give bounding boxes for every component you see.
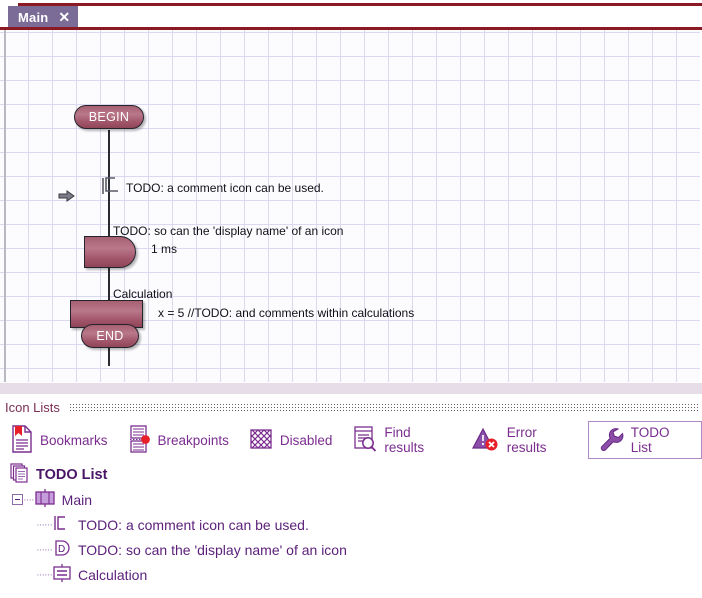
tab-bookmarks-label: Bookmarks — [40, 432, 108, 448]
flow-node-delay-value: 1 ms — [151, 242, 178, 256]
tab-disabled[interactable]: Disabled — [239, 421, 343, 459]
document-magnifier-icon — [352, 425, 377, 456]
flow-node-end-label: END — [96, 329, 124, 343]
connector-begin-to-delay — [108, 130, 110, 214]
flow-node-end[interactable]: END — [81, 324, 139, 348]
flow-node-calc-display-name: Calculation — [113, 287, 173, 301]
flowchart-canvas[interactable]: BEGIN TODO: a comment icon can be used. … — [0, 30, 702, 382]
tree-row-todo-list-label: TODO List — [36, 466, 108, 483]
tabstrip-top-rule — [18, 3, 702, 6]
document-tab-label: Main — [18, 9, 49, 25]
breakpoint-document-icon — [128, 424, 151, 456]
flow-node-begin-label: BEGIN — [88, 110, 130, 124]
tree-connector: ······ — [36, 543, 53, 556]
tree-connector: ···· — [23, 493, 35, 506]
arrow-right-marker — [58, 189, 76, 206]
tab-breakpoints[interactable]: Breakpoints — [118, 421, 239, 459]
tab-todo-list-label: TODO List — [630, 425, 670, 455]
flow-node-calc-value: x = 5 //TODO: and comments within calcul… — [158, 306, 415, 320]
header-dotted-rule — [68, 402, 700, 412]
delay-d-icon: D — [52, 538, 72, 561]
flow-node-begin[interactable]: BEGIN — [74, 105, 144, 129]
svg-text:D: D — [58, 544, 65, 555]
tree-row-comment-label: TODO: a comment icon can be used. — [77, 516, 309, 533]
tab-todo-list[interactable]: TODO List — [587, 421, 702, 459]
tab-find-results[interactable]: Find results — [342, 421, 461, 459]
flow-node-delay-display-name: TODO: so can the 'display name' of an ic… — [113, 224, 344, 238]
calculation-icon — [52, 563, 72, 586]
tree-row-main-label: Main — [61, 491, 93, 508]
flowchart-block-icon — [34, 488, 56, 511]
tree-connector: ······ — [36, 518, 53, 531]
tab-error-results-label: Error results — [506, 425, 547, 455]
tab-error-results[interactable]: Error results — [462, 421, 588, 459]
tab-breakpoints-label: Breakpoints — [157, 432, 229, 448]
document-tab-strip: Main ✕ — [0, 0, 702, 30]
tree-row-todo-list[interactable]: TODO List — [0, 462, 702, 487]
tree-row-main[interactable]: ···· Main — [0, 487, 702, 512]
tab-find-results-label: Find results — [384, 425, 425, 455]
icon-lists-header: Icon Lists — [0, 394, 702, 420]
document-tab-main[interactable]: Main ✕ — [8, 6, 79, 28]
icon-lists-tab-row: Bookmarks Breakpoints Disabled Find resu… — [0, 420, 702, 460]
bookmark-document-icon — [10, 424, 33, 456]
comment-bracket-icon — [52, 513, 72, 536]
comment-bracket-icon[interactable] — [99, 175, 125, 200]
expander-minus-icon[interactable] — [12, 494, 23, 505]
crosshatch-disabled-icon — [249, 427, 273, 454]
tree-row-calculation[interactable]: ······ Calculation — [0, 562, 702, 587]
canvas-left-edge — [4, 30, 6, 382]
tree-connector: ······ — [36, 568, 53, 581]
tree-row-delay-label: TODO: so can the 'display name' of an ic… — [77, 541, 347, 558]
panel-title: Icon Lists — [5, 399, 60, 415]
tab-bookmarks[interactable]: Bookmarks — [0, 421, 118, 459]
wrench-icon — [598, 426, 624, 455]
tree-row-delay[interactable]: ······ D TODO: so can the 'display name'… — [0, 537, 702, 562]
icon-lists-panel: Icon Lists Bookmarks Breakpoints Disable… — [0, 394, 702, 598]
todo-list-tree[interactable]: TODO List ···· Main ······ TODO: a comme… — [0, 460, 702, 598]
tree-row-comment[interactable]: ······ TODO: a comment icon can be used. — [0, 512, 702, 537]
tab-disabled-label: Disabled — [279, 432, 333, 448]
flow-node-delay[interactable] — [84, 236, 136, 268]
warning-triangle-error-icon — [471, 426, 500, 455]
tree-row-calculation-label: Calculation — [77, 566, 148, 583]
canvas-comment-text: TODO: a comment icon can be used. — [126, 181, 324, 195]
stacked-pages-icon — [10, 463, 30, 486]
close-icon[interactable]: ✕ — [58, 10, 70, 24]
